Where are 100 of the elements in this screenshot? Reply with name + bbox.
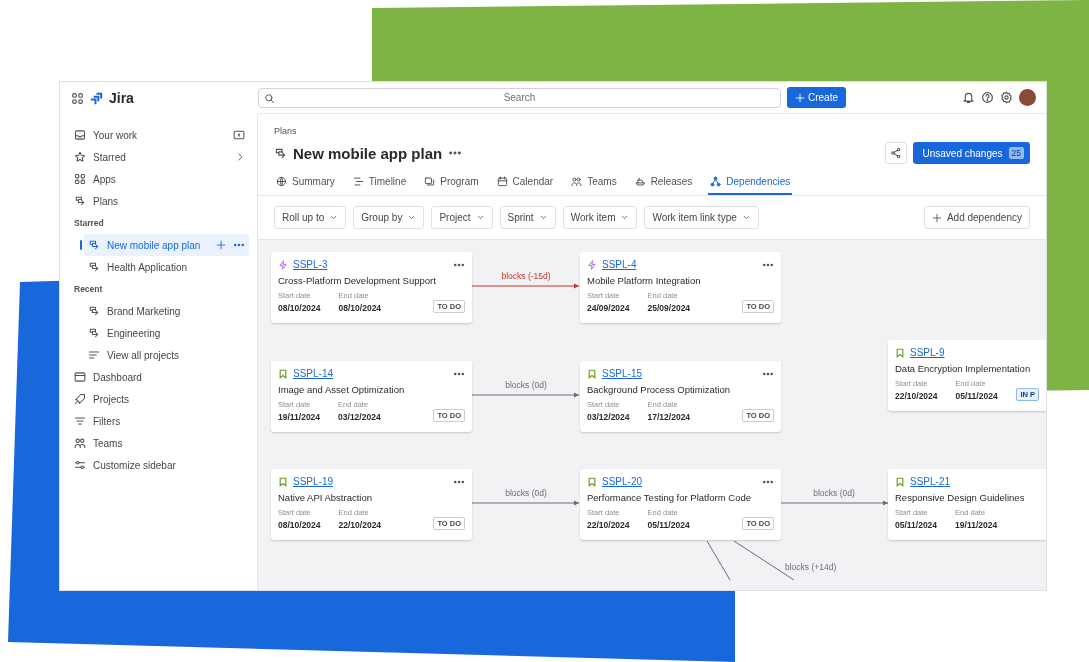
- link-label: blocks (0d): [505, 488, 547, 498]
- list-icon: [88, 349, 100, 361]
- sidebar-item[interactable]: Apps: [70, 168, 249, 190]
- start-date: 05/11/2024: [895, 520, 938, 530]
- people-icon: [571, 176, 583, 187]
- sidebar-item[interactable]: Customize sidebar: [70, 454, 249, 476]
- sidebar-item[interactable]: Plans: [70, 190, 249, 212]
- filter-dropdown[interactable]: Roll up to: [274, 206, 347, 229]
- people-icon: [74, 437, 86, 449]
- sidebar-item[interactable]: Projects: [70, 388, 249, 410]
- plan-icon: [74, 195, 86, 207]
- bookmark-icon: [278, 368, 288, 379]
- search-icon: [264, 92, 275, 104]
- panel-icon: [233, 129, 245, 141]
- product-name: Jira: [109, 90, 134, 106]
- issue-key-link[interactable]: SSPL-19: [293, 476, 448, 487]
- issue-key-link[interactable]: SSPL-15: [602, 368, 757, 379]
- start-date: 22/10/2024: [895, 391, 938, 401]
- issue-key-link[interactable]: SSPL-21: [910, 476, 1039, 487]
- sidebar-item[interactable]: Engineering: [84, 322, 249, 344]
- start-date: 19/11/2024: [278, 412, 321, 422]
- help-icon: [981, 91, 994, 104]
- lightning-icon: [587, 259, 597, 270]
- tab[interactable]: Timeline: [350, 170, 409, 195]
- issue-key-link[interactable]: SSPL-14: [293, 368, 448, 379]
- bookmark-icon: [278, 476, 288, 487]
- plan-icon: [274, 146, 287, 160]
- inbox-icon: [74, 129, 86, 141]
- count-badge: 25: [1008, 147, 1024, 159]
- link-label: blocks (+14d): [785, 562, 837, 572]
- app-switcher-icon: [71, 91, 84, 105]
- tab[interactable]: Releases: [632, 170, 695, 195]
- card-title: Native API Abstraction: [278, 492, 373, 503]
- sidebar-item[interactable]: Teams: [70, 432, 249, 454]
- tab[interactable]: Calendar: [494, 170, 556, 195]
- issue-key-link[interactable]: SSPL-20: [602, 476, 757, 487]
- search-field[interactable]: Search: [258, 87, 781, 108]
- plan-icon: [88, 327, 100, 339]
- sidebar-item[interactable]: Filters: [70, 410, 249, 432]
- start-date: 03/12/2024: [587, 412, 630, 422]
- add-dependency-button[interactable]: Add dependency: [923, 206, 1030, 229]
- plus-icon: [216, 240, 226, 250]
- breadcrumb-link[interactable]: Plans: [274, 126, 1030, 136]
- end-date: 05/11/2024: [955, 391, 998, 401]
- sidebar-item[interactable]: Brand Marketing: [84, 300, 249, 322]
- timeline-icon: [352, 176, 364, 187]
- card-title: Mobile Platform Integration: [587, 275, 702, 286]
- end-date: 17/12/2024: [647, 412, 691, 422]
- rocket-icon: [74, 393, 86, 405]
- filter-dropdown[interactable]: Group by: [353, 206, 425, 229]
- plus-icon: [931, 212, 942, 223]
- card-title: Image and Asset Optimization: [278, 384, 406, 395]
- filter-dropdown[interactable]: Work item: [562, 206, 638, 229]
- settings-icon: [1000, 91, 1013, 104]
- start-date: 24/09/2024: [587, 303, 630, 313]
- start-date: 08/10/2024: [278, 520, 321, 530]
- chevron-down-icon: [407, 213, 417, 222]
- globe-icon: [276, 176, 287, 187]
- card-title: Responsive Design Guidelines: [895, 492, 1026, 503]
- link-label: blocks (0d): [813, 488, 855, 498]
- bookmark-icon: [895, 347, 905, 358]
- card-title: Data Encryption Implementation: [895, 363, 1032, 374]
- program-icon: [424, 176, 436, 187]
- filter-dropdown[interactable]: Sprint: [499, 206, 556, 229]
- apps-icon: [74, 173, 86, 185]
- avatar[interactable]: [1019, 89, 1036, 106]
- bell-icon: [962, 91, 975, 104]
- link-label: blocks (-15d): [501, 271, 551, 281]
- card-title: Performance Testing for Platform Code: [587, 492, 753, 503]
- end-date: 19/11/2024: [955, 520, 998, 530]
- card-title: Background Process Optimization: [587, 384, 732, 395]
- issue-key-link[interactable]: SSPL-3: [293, 259, 448, 270]
- tab[interactable]: Summary: [274, 170, 337, 195]
- sidebar-item[interactable]: Health Application: [84, 256, 249, 278]
- issue-key-link[interactable]: SSPL-4: [602, 259, 757, 270]
- page-title: New mobile app plan: [293, 144, 443, 162]
- chevron-down-icon: [538, 213, 548, 222]
- sidebar-item[interactable]: Starred: [70, 146, 249, 168]
- sidebar-item[interactable]: Your work: [70, 124, 249, 146]
- plan-icon: [88, 239, 100, 251]
- share-button[interactable]: [885, 142, 908, 164]
- tab[interactable]: Program: [422, 170, 481, 195]
- filter-dropdown[interactable]: Project: [431, 206, 493, 229]
- unsaved-changes-button[interactable]: Unsaved changes 25: [913, 142, 1030, 164]
- filter-icon: [74, 415, 86, 427]
- filter-dropdown[interactable]: Work item link type: [644, 206, 759, 229]
- bookmark-icon: [587, 476, 597, 487]
- end-date: 05/11/2024: [647, 520, 690, 530]
- chevron-down-icon: [475, 213, 485, 222]
- start-date: 08/10/2024: [278, 303, 321, 313]
- chevron-down-icon: [741, 213, 751, 222]
- issue-key-link[interactable]: SSPL-9: [910, 347, 1039, 358]
- create-button[interactable]: Create: [787, 87, 846, 108]
- dashboard-icon: [74, 371, 86, 383]
- tab[interactable]: Teams: [569, 170, 619, 195]
- tab[interactable]: Dependencies: [708, 170, 793, 195]
- bookmark-icon: [587, 368, 597, 379]
- sidebar-item[interactable]: Dashboard: [70, 366, 249, 388]
- sidebar-item[interactable]: View all projects: [84, 344, 249, 366]
- calendar-icon: [496, 176, 508, 187]
